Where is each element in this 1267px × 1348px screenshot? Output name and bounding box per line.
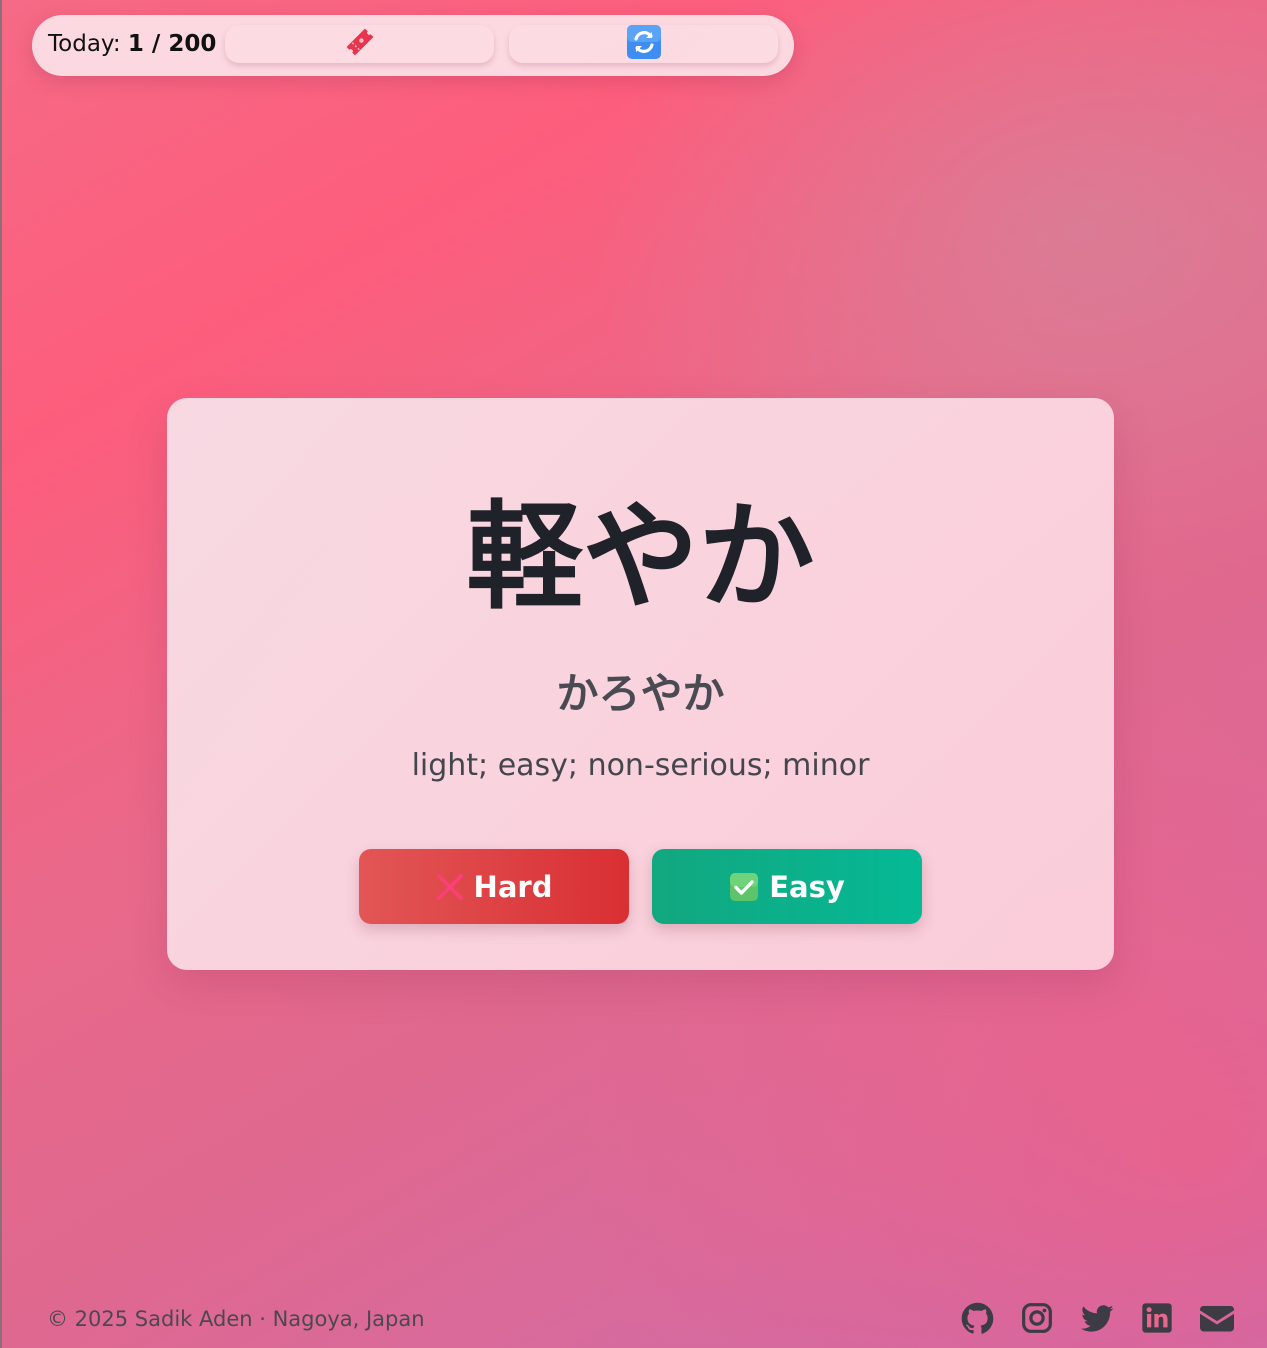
check-icon bbox=[729, 872, 759, 902]
instagram-icon bbox=[1021, 1302, 1053, 1338]
card-reading: かろやか bbox=[556, 669, 725, 718]
today-counter: Today: 1 / 200 bbox=[48, 31, 216, 57]
twitter-link[interactable] bbox=[1080, 1303, 1114, 1337]
flashcard: 軽やか かろやか light; easy; non-serious; minor… bbox=[167, 398, 1114, 970]
ticket-button[interactable] bbox=[225, 25, 494, 63]
cross-icon bbox=[436, 873, 464, 901]
ticket-icon bbox=[341, 23, 379, 65]
top-bar: Today: 1 / 200 bbox=[32, 15, 794, 76]
github-icon bbox=[961, 1302, 994, 1339]
window-edge bbox=[0, 0, 2, 1348]
today-label: Today: bbox=[48, 31, 121, 57]
hard-button[interactable]: Hard bbox=[359, 849, 629, 924]
twitter-icon bbox=[1080, 1302, 1114, 1339]
mail-link[interactable] bbox=[1200, 1303, 1234, 1337]
refresh-button[interactable] bbox=[509, 25, 778, 63]
easy-label: Easy bbox=[769, 869, 845, 904]
linkedin-icon bbox=[1141, 1302, 1173, 1338]
hard-label: Hard bbox=[473, 869, 553, 904]
linkedin-link[interactable] bbox=[1140, 1303, 1174, 1337]
copyright-text: © 2025 Sadik Aden · Nagoya, Japan bbox=[47, 1307, 425, 1331]
github-link[interactable] bbox=[960, 1302, 994, 1339]
card-meaning: light; easy; non-serious; minor bbox=[411, 748, 870, 783]
card-word: 軽やか bbox=[466, 490, 815, 625]
refresh-icon bbox=[626, 24, 662, 64]
today-count: 1 / 200 bbox=[127, 31, 217, 57]
instagram-link[interactable] bbox=[1020, 1303, 1054, 1337]
easy-button[interactable]: Easy bbox=[652, 849, 922, 924]
mail-icon bbox=[1200, 1303, 1234, 1337]
